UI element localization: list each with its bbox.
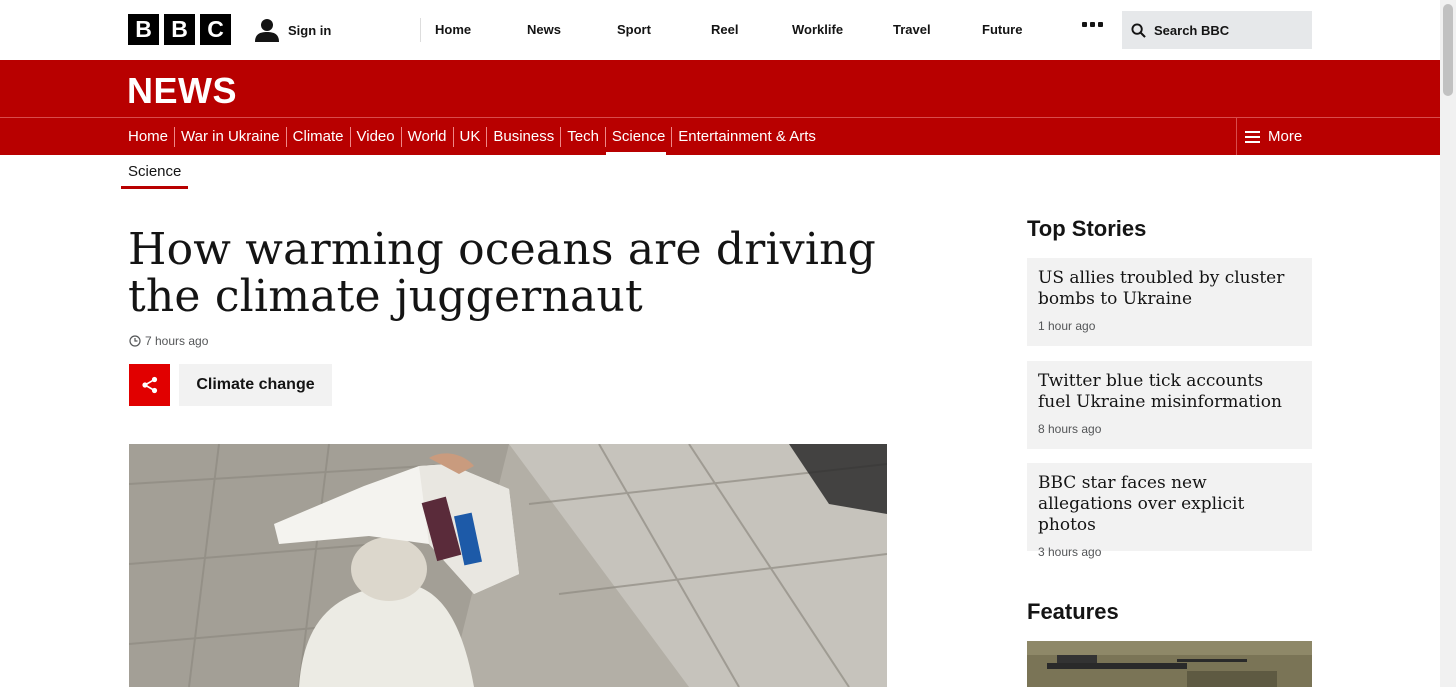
sub-nav-science[interactable]: Science xyxy=(121,160,189,189)
article-hero-image xyxy=(129,444,887,687)
sign-in-label: Sign in xyxy=(288,22,332,38)
hero-photo-illustration xyxy=(129,444,887,687)
share-button[interactable] xyxy=(129,364,170,406)
logo-block: B xyxy=(164,14,195,45)
section-nav-world[interactable]: World xyxy=(395,118,447,155)
news-masthead: NEWS xyxy=(0,60,1440,117)
global-nav-reel[interactable]: Reel xyxy=(711,22,738,37)
top-story-title[interactable]: BBC star faces new allegations over expl… xyxy=(1038,473,1301,536)
sign-in-link[interactable]: Sign in xyxy=(254,16,331,44)
global-nav-sport[interactable]: Sport xyxy=(617,22,651,37)
section-nav-uk[interactable]: UK xyxy=(447,118,481,155)
article-timestamp: 7 hours ago xyxy=(129,334,208,348)
search-icon xyxy=(1131,22,1146,38)
top-stories-heading: Top Stories xyxy=(1027,216,1147,241)
global-nav-travel[interactable]: Travel xyxy=(893,22,931,37)
news-wordmark[interactable]: NEWS xyxy=(127,70,237,112)
timestamp-text: 7 hours ago xyxy=(145,334,209,348)
logo-block: C xyxy=(200,14,231,45)
global-nav-news[interactable]: News xyxy=(527,22,561,37)
top-story-time: 3 hours ago xyxy=(1038,545,1102,559)
more-dots-icon[interactable] xyxy=(1082,22,1103,27)
share-icon xyxy=(141,376,157,394)
section-nav-war-in-ukraine[interactable]: War in Ukraine xyxy=(168,118,280,155)
page-scrollbar[interactable] xyxy=(1440,0,1456,687)
top-story-card[interactable]: US allies troubled by cluster bombs to U… xyxy=(1027,258,1312,346)
article-headline: How warming oceans are driving the clima… xyxy=(128,224,877,322)
section-nav-entertainment-arts[interactable]: Entertainment & Arts xyxy=(665,118,816,155)
global-nav-future[interactable]: Future xyxy=(982,22,1022,37)
top-story-title[interactable]: US allies troubled by cluster bombs to U… xyxy=(1038,268,1301,310)
search-placeholder: Search BBC xyxy=(1154,22,1230,38)
section-nav-video[interactable]: Video xyxy=(344,118,395,155)
hamburger-icon xyxy=(1245,130,1260,143)
topic-tag-climate-change[interactable]: Climate change xyxy=(179,364,332,406)
feature-image[interactable] xyxy=(1027,641,1312,687)
features-heading: Features xyxy=(1027,599,1119,624)
search-box[interactable]: Search BBC xyxy=(1122,11,1312,49)
bbc-logo[interactable]: B B C xyxy=(128,14,231,45)
clock-icon xyxy=(129,335,141,347)
global-nav-home[interactable]: Home xyxy=(435,22,471,37)
logo-block: B xyxy=(128,14,159,45)
top-story-card[interactable]: Twitter blue tick accounts fuel Ukraine … xyxy=(1027,361,1312,449)
section-nav-business[interactable]: Business xyxy=(480,118,554,155)
global-header: B B C Sign in Home News Sport Reel Workl… xyxy=(0,0,1440,60)
user-icon xyxy=(255,19,279,42)
top-story-title[interactable]: Twitter blue tick accounts fuel Ukraine … xyxy=(1038,371,1301,413)
global-nav: Home News Sport Reel Worklife Travel Fut… xyxy=(420,18,1022,42)
top-story-card[interactable]: BBC star faces new allegations over expl… xyxy=(1027,463,1312,559)
scrollbar-thumb[interactable] xyxy=(1443,4,1453,96)
feature-photo-illustration xyxy=(1027,641,1312,687)
section-nav-climate[interactable]: Climate xyxy=(280,118,344,155)
more-label: More xyxy=(1268,128,1303,145)
section-nav-home[interactable]: Home xyxy=(128,118,168,155)
top-story-time: 8 hours ago xyxy=(1038,422,1102,436)
top-story-time: 1 hour ago xyxy=(1038,319,1096,333)
section-nav-more-button[interactable]: More xyxy=(1236,118,1336,155)
section-nav-science[interactable]: Science xyxy=(599,118,667,156)
section-nav: Home War in Ukraine Climate Video World … xyxy=(0,117,1440,156)
section-nav-tech[interactable]: Tech xyxy=(554,118,599,155)
global-nav-worklife[interactable]: Worklife xyxy=(792,22,843,37)
